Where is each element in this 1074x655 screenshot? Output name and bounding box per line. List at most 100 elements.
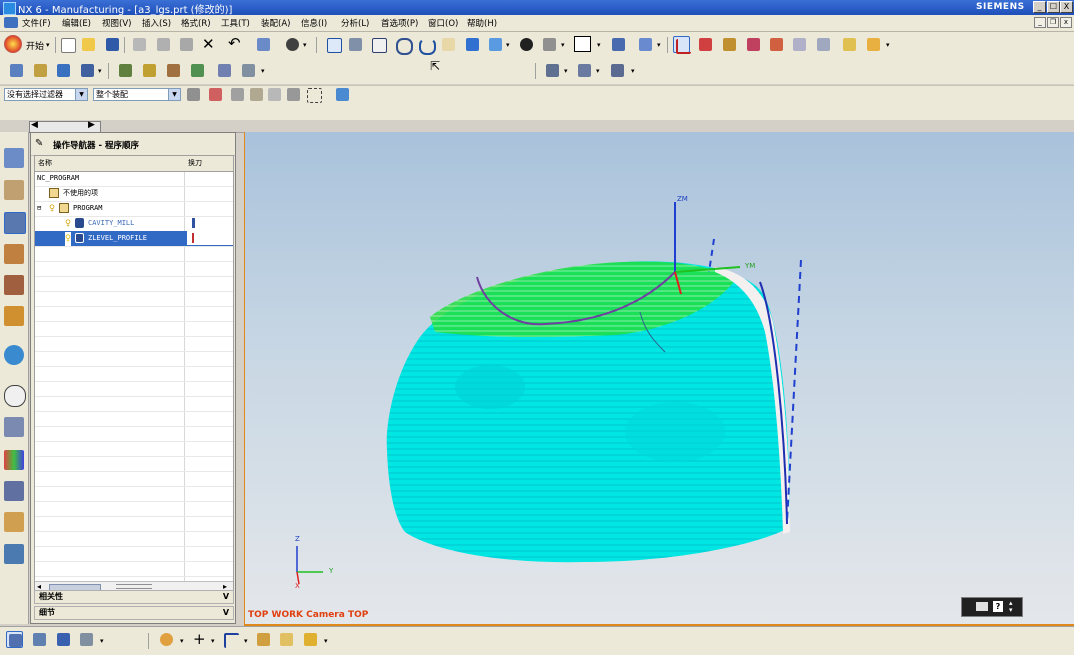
system-scenes-icon[interactable] (4, 544, 24, 564)
palette-icon[interactable] (4, 450, 24, 470)
doc-icon[interactable] (4, 17, 18, 28)
repeat-command-icon[interactable] (255, 36, 272, 53)
collapse-icon[interactable]: ⊟ (37, 201, 41, 215)
part-navigator-icon[interactable] (4, 244, 24, 264)
background-dropdown[interactable]: ▾ (561, 41, 565, 49)
lasso-icon[interactable] (248, 86, 265, 103)
verify-toolpath-icon[interactable] (189, 62, 206, 79)
splitter-handle[interactable] (116, 584, 152, 589)
sketch-icon[interactable] (222, 631, 239, 648)
curve-icon[interactable] (721, 36, 738, 53)
machining-method-view-icon[interactable] (78, 631, 95, 648)
program-order-view-icon[interactable] (544, 62, 561, 79)
scroll-left-icon[interactable]: ◀ (31, 120, 38, 130)
zoom-window-icon[interactable] (347, 36, 364, 53)
table-row[interactable]: ⊟ ♀ PROGRAM (35, 201, 233, 217)
expand-icon[interactable]: V (221, 608, 231, 618)
maximize-button[interactable]: ☐ (1047, 1, 1060, 13)
arc-icon[interactable] (745, 36, 762, 53)
start-icon[interactable] (4, 35, 22, 53)
start-label[interactable]: 开始 (26, 39, 44, 52)
keyboard-icon[interactable] (976, 602, 988, 611)
menu-information[interactable]: 信息(I) (301, 17, 327, 29)
create-program-icon[interactable] (8, 62, 25, 79)
menu-view[interactable]: 视图(V) (102, 17, 131, 29)
color-dropdown[interactable]: ▾ (597, 41, 601, 49)
create-method-icon[interactable] (79, 62, 96, 79)
operations-dropdown[interactable]: ▾ (261, 67, 265, 75)
menu-insert[interactable]: 插入(S) (142, 17, 171, 29)
extrude-icon[interactable] (255, 631, 272, 648)
selection-filter-dropdown[interactable]: 没有选择过滤器 ▼ (4, 88, 88, 101)
menu-help[interactable]: 帮助(H) (467, 17, 497, 29)
save-icon[interactable] (104, 36, 121, 53)
undo-selection-icon[interactable] (229, 86, 246, 103)
zoom-icon[interactable] (370, 36, 387, 53)
create-geometry-icon[interactable] (55, 62, 72, 79)
layer-dropdown[interactable]: ▾ (657, 41, 661, 49)
face-icon[interactable] (815, 36, 832, 53)
expand-icon[interactable]: V (221, 592, 231, 602)
undo-icon[interactable]: ↶ (228, 35, 241, 51)
sketch-dropdown[interactable]: ▾ (244, 637, 248, 645)
scope-dropdown[interactable]: 整个装配 ▼ (93, 88, 181, 101)
blank-icon[interactable] (278, 631, 295, 648)
menu-edit[interactable]: 编辑(E) (62, 17, 91, 29)
close-button[interactable]: X (1060, 1, 1073, 13)
table-row[interactable]: NC_PROGRAM (35, 171, 233, 187)
point-icon[interactable] (697, 36, 714, 53)
machine-tool-view-icon[interactable] (576, 62, 593, 79)
shaded-icon[interactable] (464, 36, 481, 53)
background-icon[interactable] (541, 36, 558, 53)
details-panel[interactable]: 细节 V (34, 606, 234, 620)
view-orientation-icon[interactable] (487, 36, 504, 53)
table-row[interactable]: 不使用的项 (35, 186, 233, 202)
edit-object-display-icon[interactable] (284, 36, 301, 53)
minimize-button[interactable]: _ (1033, 1, 1046, 13)
wcs-icon[interactable] (610, 36, 627, 53)
list-toolpath-icon[interactable] (165, 62, 182, 79)
fit-icon[interactable] (325, 36, 342, 53)
view-dropdown-1[interactable]: ▾ (564, 67, 568, 75)
pan-icon[interactable] (440, 36, 457, 53)
rectangle-select-icon[interactable] (305, 86, 322, 103)
menu-format[interactable]: 格式(R) (181, 17, 211, 29)
open-icon[interactable] (80, 36, 97, 53)
web-browser-icon[interactable] (4, 345, 24, 365)
sub-minimize-button[interactable]: _ (1034, 17, 1046, 28)
machine-tool-navigator-icon[interactable] (4, 306, 24, 326)
edge-blend-icon[interactable] (302, 631, 319, 648)
generate-toolpath-icon[interactable] (117, 62, 134, 79)
geometry-view-icon[interactable] (609, 62, 626, 79)
constraint-navigator-icon[interactable] (4, 180, 24, 200)
menu-preferences[interactable]: 首选项(P) (381, 17, 418, 29)
spinner-icon[interactable]: ▴ ▾ (1009, 600, 1013, 614)
measure-distance-icon[interactable] (841, 36, 858, 53)
snap-icon[interactable] (673, 36, 691, 54)
snap-point-icon[interactable] (207, 86, 224, 103)
crosshair-icon[interactable]: + (193, 631, 206, 647)
point-dropdown[interactable]: ▾ (211, 637, 215, 645)
manufacturing-wizard-icon[interactable] (4, 481, 24, 501)
measure-angle-icon[interactable] (865, 36, 882, 53)
scroll-right-icon[interactable]: ▶ (88, 120, 95, 130)
new-icon[interactable] (59, 36, 76, 53)
process-studio-icon[interactable] (4, 417, 24, 437)
layer-icon[interactable] (637, 36, 654, 53)
display-dropdown[interactable]: ▾ (303, 41, 307, 49)
analysis-dropdown[interactable]: ▾ (180, 637, 184, 645)
menu-window[interactable]: 窗口(O) (428, 17, 458, 29)
sub-restore-button[interactable]: ❐ (1047, 17, 1059, 28)
menu-tools[interactable]: 工具(T) (221, 17, 250, 29)
measure-dropdown[interactable]: ▾ (886, 41, 890, 49)
model-icon[interactable] (334, 86, 351, 103)
deselect-icon[interactable] (285, 86, 302, 103)
reuse-library-icon[interactable] (4, 275, 24, 295)
sub-close-button[interactable]: x (1060, 17, 1072, 28)
shop-doc-icon[interactable] (240, 62, 257, 79)
render-style-icon[interactable] (518, 36, 535, 53)
program-order-view-icon[interactable] (6, 631, 23, 648)
create-tool-icon[interactable] (32, 62, 49, 79)
delete-icon[interactable]: ✕ (202, 36, 215, 52)
view-dropdown-3[interactable]: ▾ (631, 67, 635, 75)
